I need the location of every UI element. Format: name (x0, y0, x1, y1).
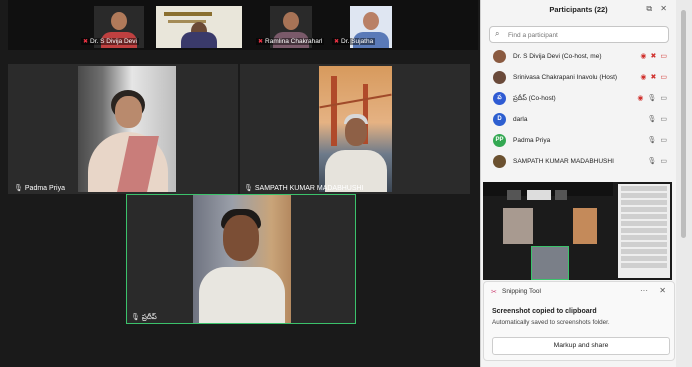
video-feed (193, 195, 291, 323)
participant-label: ప్రదీప్ (141, 314, 157, 321)
search-input[interactable] (506, 29, 660, 42)
search-icon: ⌕ (495, 29, 500, 38)
thumbnail-label: Dr. Sujatha (341, 38, 374, 45)
search-box[interactable]: ⌕ (489, 26, 669, 43)
mic-icon: 🎙 (14, 185, 23, 192)
mic-off-icon: ✖ (334, 39, 340, 45)
snipping-tool-icon: ✂ (491, 289, 497, 296)
snipping-notification: ✂ Snipping Tool ··· ✕ Screenshot copied t… (483, 281, 675, 361)
mic-icon[interactable]: 🎙 (647, 95, 656, 102)
avatar (493, 71, 506, 84)
avatar (493, 155, 506, 168)
list-item[interactable]: SAMPATH KUMAR MADABHUSHI 🎙 ▭ (489, 152, 671, 173)
meeting-area: ✖ Dr. S Divija Devi ✖ Ramlina Chakraharl ✖… (0, 0, 480, 367)
close-icon[interactable]: ✕ (659, 286, 666, 295)
list-item[interactable]: Dr. S Divija Devi (Co-host, me) ◉ ✖ ▭ (489, 47, 671, 68)
participant-name: Padma Priya (513, 137, 551, 144)
list-item[interactable]: D darla 🎙 ▭ (489, 110, 671, 131)
video-tile-sampath[interactable]: 🎙 SAMPATH KUMAR MADABHUSHI (240, 64, 470, 194)
video-feed (78, 66, 176, 192)
mic-icon: 🎙 (244, 185, 253, 192)
participant-name: Dr. S Divija Devi (Co-host, me) (513, 53, 602, 60)
mic-off-icon[interactable]: ✖ (651, 53, 657, 60)
thumbnail-slide[interactable] (156, 6, 242, 48)
screenshot-preview[interactable] (483, 182, 672, 280)
video-off-icon[interactable]: ▭ (660, 53, 667, 60)
markup-and-share-button[interactable]: Markup and share (492, 337, 670, 355)
video-icon[interactable]: ▭ (660, 116, 667, 123)
video-icon[interactable]: ▭ (660, 137, 667, 144)
avatar (493, 50, 506, 63)
mic-icon: 🎙 (131, 314, 140, 321)
avatar: D (493, 113, 506, 126)
mic-off-icon[interactable]: ✖ (651, 74, 657, 81)
participant-label: SAMPATH KUMAR MADABHUSHI (254, 185, 364, 192)
close-icon[interactable]: ✕ (660, 4, 667, 13)
participant-name: darla (513, 116, 528, 123)
avatar: PP (493, 134, 506, 147)
mic-icon[interactable]: 🎙 (647, 158, 656, 165)
list-item[interactable]: ప ప్రదీప్ (Co-host) ◉ 🎙 ▭ (489, 89, 671, 110)
eye-icon: ◉ (637, 95, 644, 102)
scrollbar-thumb[interactable] (681, 10, 686, 238)
avatar (111, 12, 127, 30)
mic-off-icon: ✖ (83, 39, 89, 45)
participant-label: Padma Priya (24, 185, 65, 192)
eye-icon: ◉ (640, 53, 647, 60)
popout-icon[interactable]: ⧉ (646, 4, 652, 13)
notification-title: Screenshot copied to clipboard (492, 308, 597, 315)
video-off-icon[interactable]: ▭ (660, 74, 667, 81)
mic-icon[interactable]: 🎙 (647, 137, 656, 144)
notification-subtitle: Automatically saved to screenshots folde… (492, 319, 610, 326)
mic-off-icon: ✖ (258, 39, 264, 45)
app-name: Snipping Tool (502, 288, 541, 295)
active-speaker-tile[interactable]: 🎙 ప్రదీప్ (126, 194, 356, 324)
eye-icon: ◉ (640, 74, 647, 81)
avatar: ప (493, 92, 506, 105)
participant-name: Srinivasa Chakrapani Inavolu (Host) (513, 74, 618, 81)
video-icon[interactable]: ▭ (660, 158, 667, 165)
video-icon[interactable]: ▭ (660, 95, 667, 102)
list-item[interactable]: Srinivasa Chakrapani Inavolu (Host) ◉ ✖ ▭ (489, 68, 671, 89)
participant-name: SAMPATH KUMAR MADABHUSHI (513, 158, 614, 165)
list-item[interactable]: PP Padma Priya 🎙 ▭ (489, 131, 671, 152)
thumbnail-label: Dr. S Divija Devi (90, 38, 137, 45)
participant-list: Dr. S Divija Devi (Co-host, me) ◉ ✖ ▭ Srin… (489, 47, 671, 173)
mic-icon[interactable]: 🎙 (647, 116, 656, 123)
participant-name: ప్రదీప్ (Co-host) (513, 95, 556, 102)
video-feed (319, 66, 392, 192)
more-options-icon[interactable]: ··· (640, 286, 648, 295)
scrollbar[interactable] (676, 0, 692, 367)
thumbnail-label: Ramlina Chakraharl (265, 38, 323, 45)
video-tile-padma[interactable]: 🎙 Padma Priya (8, 64, 238, 194)
thumbnail-strip: ✖ Dr. S Divija Devi ✖ Ramlina Chakraharl ✖… (8, 0, 478, 50)
